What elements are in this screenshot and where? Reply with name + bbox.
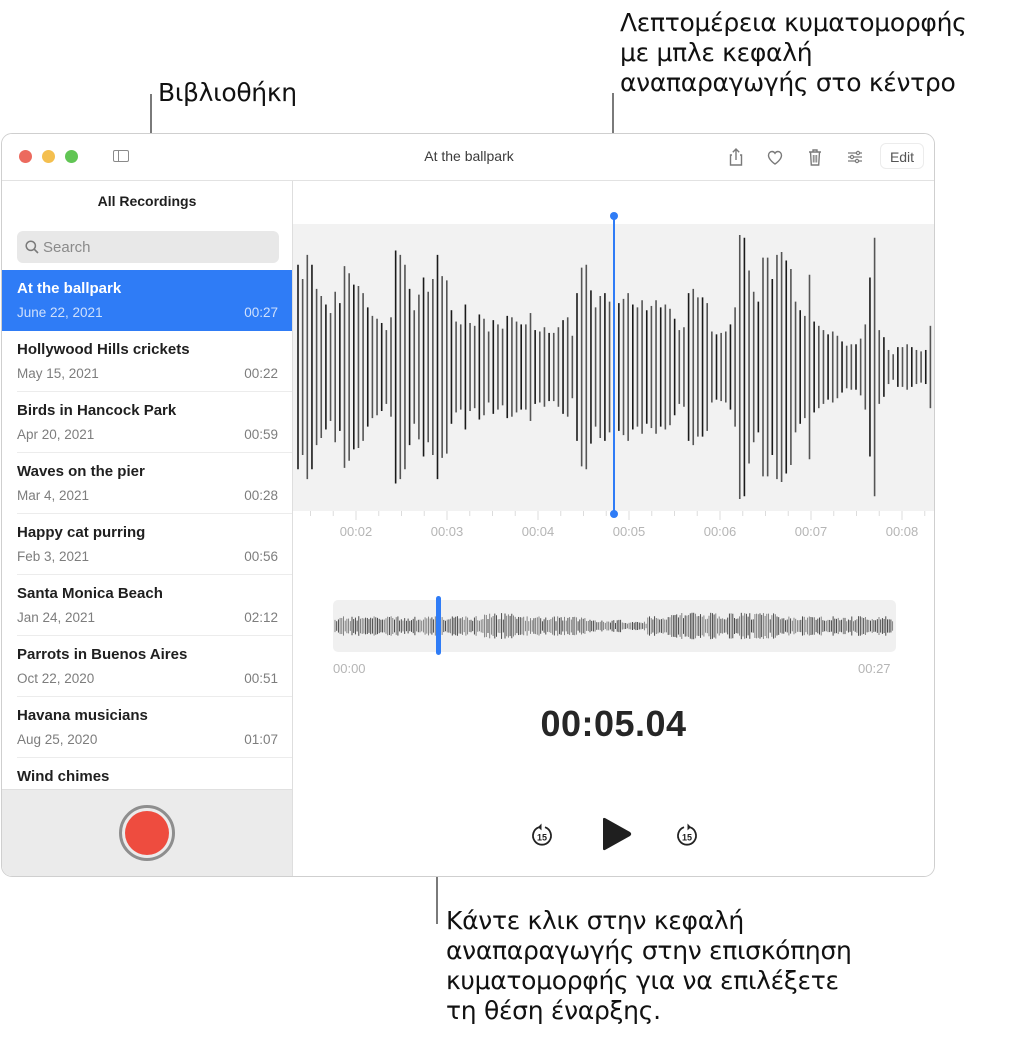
- recording-duration: 00:56: [244, 549, 278, 564]
- recording-date: Aug 25, 2020: [17, 732, 98, 747]
- trash-icon: [809, 149, 821, 166]
- recording-date: Apr 20, 2021: [17, 427, 95, 442]
- callout-detail-line-2: με μπλε κεφαλή: [620, 38, 813, 67]
- recording-name: Birds in Hancock Park: [17, 402, 177, 419]
- sidebar-heading: All Recordings: [97, 193, 197, 209]
- callout-overview-line-3: κυματομορφής για να επιλέξετε: [446, 966, 839, 995]
- tick-label: 00:08: [885, 524, 919, 539]
- window-title: At the ballpark: [424, 148, 514, 164]
- recording-duration: 00:27: [244, 305, 278, 320]
- callout-overview-playhead: Κάντε κλικ στην κεφαλή αναπαραγωγής στην…: [446, 906, 852, 1026]
- settings-button[interactable]: [844, 146, 866, 168]
- recording-duration: 00:28: [244, 488, 278, 503]
- overview-playhead[interactable]: [436, 596, 441, 655]
- playhead-bottom-handle[interactable]: [610, 510, 618, 518]
- favorite-button[interactable]: [764, 146, 786, 168]
- recording-duration: 00:51: [244, 671, 278, 686]
- search-input[interactable]: [43, 231, 273, 263]
- sidebar: All Recordings At the ballpark June 22, 2…: [2, 181, 293, 876]
- recording-name: Santa Monica Beach: [17, 585, 163, 602]
- sliders-icon: [848, 150, 862, 164]
- callout-detail-line-3: αναπαραγωγής στο κέντρο: [620, 68, 956, 97]
- recording-name: At the ballpark: [17, 280, 122, 297]
- recording-duration: 00:22: [244, 366, 278, 381]
- tick-label: 00:03: [430, 524, 464, 539]
- minimize-window-button[interactable]: [42, 150, 55, 163]
- tick-label: 00:06: [703, 524, 737, 539]
- recording-date: Oct 22, 2020: [17, 671, 95, 686]
- callout-overview-line-1: Κάντε κλικ στην κεφαλή: [446, 906, 744, 935]
- recording-name: Happy cat purring: [17, 524, 146, 541]
- heart-icon: [767, 150, 783, 165]
- recording-duration: 00:59: [244, 427, 278, 442]
- sidebar-toggle-icon[interactable]: [113, 150, 129, 162]
- recording-duration: 01:07: [244, 732, 278, 747]
- recording-date: Feb 3, 2021: [17, 549, 90, 564]
- recording-list-item[interactable]: Santa Monica Beach Jan 24, 2021 02:12: [2, 575, 292, 636]
- recording-name: Wind chimes: [17, 768, 110, 785]
- recording-duration: 02:12: [244, 610, 278, 625]
- play-icon: [603, 817, 632, 851]
- recording-list-item[interactable]: Waves on the pier Mar 4, 2021 00:28: [2, 453, 292, 514]
- recording-name: Waves on the pier: [17, 463, 145, 480]
- skip-forward-15-button[interactable]: 15: [674, 821, 700, 854]
- overview-end-time: 00:27: [858, 661, 891, 676]
- search-icon: [25, 240, 39, 254]
- detail-playhead[interactable]: [610, 212, 618, 518]
- callout-detail-line-1: Λεπτομέρεια κυματομορφής: [620, 8, 967, 37]
- record-bar: [2, 789, 292, 876]
- player-area: 00:02 00:03 00:04 00:05 00:06 00:07 00:08 00:0…: [293, 181, 934, 876]
- callout-detail-waveform: Λεπτομέρεια κυματομορφής με μπλε κεφαλή …: [620, 8, 967, 98]
- play-button[interactable]: [600, 816, 634, 857]
- tick-label: 00:07: [794, 524, 828, 539]
- recording-name: Havana musicians: [17, 707, 148, 724]
- zoom-window-button[interactable]: [65, 150, 78, 163]
- edit-button[interactable]: Edit: [880, 143, 924, 169]
- skip-forward-icon: 15: [677, 823, 697, 846]
- delete-button[interactable]: [804, 146, 826, 168]
- recording-date: Mar 4, 2021: [17, 488, 90, 503]
- search-field[interactable]: [17, 231, 279, 263]
- overview-waveform[interactable]: [333, 596, 896, 655]
- share-icon: [729, 148, 743, 166]
- recording-date: May 15, 2021: [17, 366, 99, 381]
- recording-list-item[interactable]: At the ballpark June 22, 2021 00:27: [2, 270, 292, 331]
- recording-name: Parrots in Buenos Aires: [17, 646, 188, 663]
- share-button[interactable]: [725, 146, 747, 168]
- overview-start-time: 00:00: [333, 661, 366, 676]
- tick-label: 00:05: [612, 524, 646, 539]
- recordings-list: At the ballpark June 22, 2021 00:27 Hollywo…: [2, 270, 292, 791]
- callout-library: Βιβλιοθήκη: [158, 78, 297, 107]
- svg-text:15: 15: [537, 833, 547, 843]
- recording-list-item[interactable]: Wind chimes: [2, 758, 292, 791]
- recording-list-item[interactable]: Havana musicians Aug 25, 2020 01:07: [2, 697, 292, 758]
- current-time: 00:05.04: [540, 703, 687, 744]
- playhead-top-handle[interactable]: [610, 212, 618, 220]
- tick-label: 00:04: [521, 524, 555, 539]
- voice-memos-window: At the ballpark Edit All Recordings At t…: [1, 133, 935, 877]
- recording-list-item[interactable]: Hollywood Hills crickets May 15, 2021 00:2…: [2, 331, 292, 392]
- skip-back-icon: 15: [532, 823, 552, 846]
- titlebar: At the ballpark Edit: [2, 134, 934, 181]
- recording-date: June 22, 2021: [17, 305, 103, 320]
- tick-label: 00:02: [339, 524, 373, 539]
- record-button[interactable]: [119, 805, 175, 861]
- recording-list-item[interactable]: Birds in Hancock Park Apr 20, 2021 00:59: [2, 392, 292, 453]
- close-window-button[interactable]: [19, 150, 32, 163]
- svg-text:15: 15: [682, 833, 692, 843]
- recording-name: Hollywood Hills crickets: [17, 341, 190, 358]
- skip-back-15-button[interactable]: 15: [529, 821, 555, 854]
- callout-overview-line-2: αναπαραγωγής στην επισκόπηση: [446, 936, 852, 965]
- callout-overview-line-4: τη θέση έναρξης.: [446, 996, 661, 1025]
- recording-list-item[interactable]: Parrots in Buenos Aires Oct 22, 2020 00:51: [2, 636, 292, 697]
- recording-date: Jan 24, 2021: [17, 610, 96, 625]
- recording-list-item[interactable]: Happy cat purring Feb 3, 2021 00:56: [2, 514, 292, 575]
